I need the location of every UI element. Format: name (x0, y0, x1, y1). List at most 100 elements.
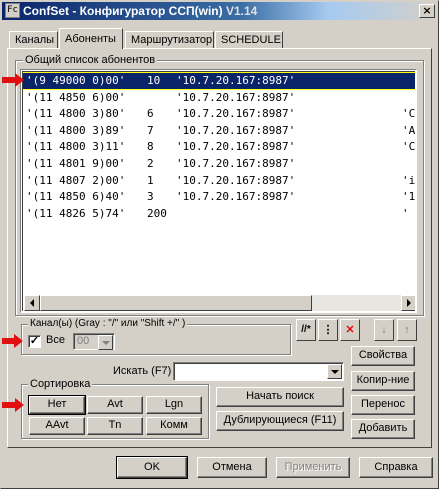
channel-select-value: 00 (77, 335, 90, 347)
close-icon: × (422, 4, 432, 17)
sort-comment-button[interactable]: Комм (146, 417, 202, 435)
sort-none-button[interactable]: Нет (28, 395, 86, 415)
move-button[interactable]: Перенос (351, 395, 415, 415)
channels-group-label: Канал(ы) (Gray : "/" или "Shift +/" ) (28, 318, 188, 330)
ok-button[interactable]: OK (116, 456, 188, 479)
tab-channels[interactable]: Каналы (9, 31, 58, 48)
sort-lgn-button[interactable]: Lgn (146, 396, 202, 414)
options-button[interactable]: ⋮ (318, 319, 338, 341)
close-button[interactable]: × (419, 4, 435, 18)
annotation-arrow-list-icon (15, 73, 24, 87)
duplicates-button[interactable]: Дублирующиеся (F11) (216, 411, 344, 431)
list-cell-num: 2 (147, 157, 154, 170)
mode-toggle-button[interactable]: //* (296, 319, 316, 341)
app-icon: Fc (5, 3, 20, 18)
search-dropdown-button[interactable] (327, 364, 342, 379)
subscribers-list[interactable]: '(9 49000 0)00' 10'10.7.20.167:8987' '(11 … (20, 69, 417, 313)
list-cell-num: 8 (147, 140, 154, 154)
sort-tn-label: Tn (108, 419, 122, 431)
delete-button[interactable]: ✕ (340, 319, 360, 341)
subscribers-group-label: Общий список абонентов (23, 54, 158, 66)
list-cell-addr: '(9 49000 0)00' (26, 74, 126, 87)
channel-dropdown-button[interactable] (98, 335, 113, 350)
app-window: Fc ConfSet - Конфигуратор ССП(win) V1.14… (0, 0, 439, 489)
help-label: Справка (374, 461, 418, 473)
list-cell-num: 1 (147, 173, 154, 187)
list-item[interactable]: '(11 4807 2)00' 1 '10.7.20.167:8987' 'i (23, 173, 415, 189)
scroll-left-button[interactable] (24, 295, 40, 311)
title-bar[interactable]: Fc ConfSet - Конфигуратор ССП(win) V1.14… (2, 2, 437, 20)
tab-schedule[interactable]: SCHEDULE (215, 31, 283, 48)
list-cell-addr: '(11 4800 3)11' (26, 140, 126, 154)
horizontal-scrollbar[interactable] (24, 295, 415, 311)
move-up-button[interactable]: ↑ (397, 319, 417, 341)
list-cell-ip: '10.7.20.167:8987' (176, 107, 296, 121)
sort-none-label: Нет (47, 398, 67, 410)
list-item[interactable]: '(11 4800 3)11' 8 '10.7.20.167:8987' 'C (23, 139, 415, 155)
vertical-dots-icon: ⋮ (322, 324, 334, 336)
scroll-left-icon (30, 299, 34, 307)
scroll-right-button[interactable] (401, 295, 415, 311)
apply-label: Применить (284, 461, 342, 473)
apply-button[interactable]: Применить (276, 457, 350, 478)
properties-button[interactable]: Свойства (351, 346, 415, 366)
scroll-thumb[interactable] (40, 295, 312, 311)
tab-router[interactable]: Маршрутизатор (125, 31, 214, 48)
copy-label: Копир-ние (356, 374, 410, 386)
sort-lgn-label: Lgn (164, 398, 184, 410)
copy-button[interactable]: Копир-ние (351, 371, 415, 391)
list-item[interactable]: '(11 4800 3)89' 7 '10.7.20.167:8987' 'A (23, 123, 415, 139)
list-cell-extra: '1 (402, 190, 415, 204)
duplicates-label: Дублирующиеся (F11) (223, 414, 337, 426)
tab-label: Маршрутизатор (131, 34, 213, 46)
list-cell-ip: '10.7.20.167:8987' (176, 140, 296, 154)
window-version: V1.14 (225, 4, 258, 18)
all-channels-checkbox[interactable]: ✓ (28, 335, 41, 348)
scroll-right-icon (407, 299, 411, 307)
list-cell-ip: '10.7.20.167:8987' (176, 173, 296, 187)
list-item[interactable]: '(11 4800 3)80' 6 '10.7.20.167:8987' 'C (23, 106, 415, 122)
channel-select[interactable]: 00 (73, 333, 115, 350)
list-cell-num: 6 (147, 107, 154, 121)
list-item[interactable]: '(11 4801 9)00' 2 '10.7.20.167:8987' (23, 156, 415, 172)
sort-avt-button[interactable]: Avt (87, 396, 143, 414)
list-cell-ip: '10.7.20.167:8987' (176, 157, 296, 170)
tab-label: SCHEDULE (221, 34, 281, 46)
sort-aavt-label: AAvt (45, 419, 69, 431)
list-cell-extra: 'i (402, 173, 415, 187)
mode-icon: //* (301, 324, 311, 335)
add-label: Добавить (358, 422, 408, 434)
sort-group-label: Сортировка (28, 378, 93, 390)
move-down-button[interactable]: ↓ (374, 319, 394, 341)
check-icon: ✓ (29, 335, 40, 347)
chevron-down-icon (331, 370, 339, 374)
start-search-button[interactable]: Начать поиск (216, 387, 344, 407)
tab-subscribers[interactable]: Абоненты (59, 28, 123, 49)
arrow-down-icon: ↓ (381, 324, 387, 336)
list-item[interactable]: '(11 4850 6)40' 3 '10.7.20.167:8987' '1 (23, 189, 415, 205)
add-button[interactable]: Добавить (351, 419, 415, 439)
list-item[interactable]: '(9 49000 0)00' 10 '10.7.20.167:8987' (23, 72, 415, 90)
start-search-label: Начать поиск (246, 390, 314, 402)
cancel-button[interactable]: Отмена (197, 457, 267, 478)
sort-comment-label: Комм (160, 419, 188, 431)
list-cell-num: 7 (147, 123, 154, 137)
list-item[interactable]: '(11 4826 5)74' 200 ' (23, 206, 415, 222)
move-label: Перенос (361, 398, 405, 410)
tab-label: Каналы (15, 34, 55, 46)
list-item[interactable]: '(11 4850 6)00' '10.7.20.167:8987' (23, 90, 415, 106)
list-cell-num: 200 (147, 206, 167, 220)
sort-tn-button[interactable]: Tn (87, 417, 143, 435)
properties-label: Свойства (358, 349, 408, 361)
sort-aavt-button[interactable]: AAvt (29, 417, 85, 435)
list-cell-ip: '10.7.20.167:8987' (176, 190, 296, 204)
search-input[interactable] (173, 362, 344, 381)
ok-label: OK (144, 461, 160, 473)
help-button[interactable]: Справка (359, 457, 433, 478)
list-cell-addr: '(11 4800 3)89' (26, 123, 126, 137)
list-cell-num: 10 (147, 74, 161, 87)
list-cell-addr: '(11 4850 6)40' (26, 190, 126, 204)
cancel-label: Отмена (212, 461, 252, 473)
list-cell-extra: 'C (402, 107, 415, 121)
arrow-up-icon: ↑ (404, 324, 410, 336)
